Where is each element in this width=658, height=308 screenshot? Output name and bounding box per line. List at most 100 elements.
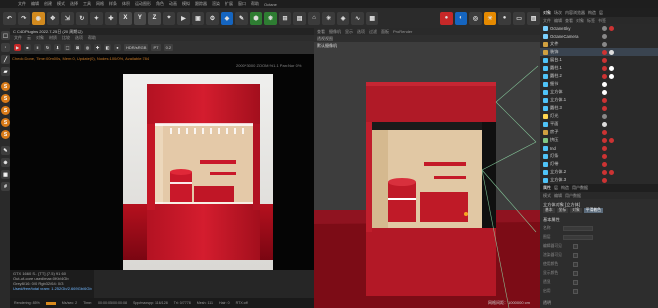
object-row[interactable]: 圆柱.3 — [540, 104, 658, 112]
snap-icon[interactable]: ⊕ — [1, 158, 10, 167]
scale-tool-icon[interactable]: ⇲ — [61, 11, 74, 25]
material-tag-icon[interactable] — [602, 97, 607, 103]
render-clay-icon[interactable]: ● — [114, 44, 121, 51]
render-region-icon[interactable]: ⬚ — [64, 44, 71, 51]
render-stop-icon[interactable]: ■ — [24, 44, 31, 51]
menu-item-13[interactable]: 跟踪器 — [195, 1, 207, 7]
viewport-menu-item-6[interactable]: ProRender — [393, 28, 412, 35]
attribute-checkbox[interactable] — [573, 262, 578, 267]
object-row[interactable]: 圆柱.1 — [540, 64, 658, 72]
object-row[interactable]: Ind — [540, 144, 658, 152]
am-tab-0[interactable]: 属性 — [543, 184, 551, 192]
render-save-icon[interactable]: ⬇ — [54, 44, 61, 51]
object-row[interactable]: 灯光 — [540, 112, 658, 120]
material-tag-icon[interactable] — [602, 137, 607, 143]
menu-item-17[interactable]: 帮助 — [251, 1, 259, 7]
workplane-icon[interactable]: ▦ — [1, 170, 10, 179]
object-row[interactable]: 立方体.2 — [540, 168, 658, 176]
material-tag-icon[interactable] — [602, 57, 607, 63]
am-subtab-2[interactable]: 对象 — [570, 208, 582, 213]
render-start-icon[interactable]: ▶ — [14, 44, 21, 51]
menu-item-5[interactable]: 工具 — [83, 1, 91, 7]
menu-item-14[interactable]: 渲染 — [212, 1, 220, 7]
object-row[interactable]: 房子 — [540, 128, 658, 136]
object-row[interactable]: 展台.1 — [540, 56, 658, 64]
move-tool-icon[interactable]: ✥ — [46, 11, 60, 25]
redo-icon[interactable]: ↷ — [17, 11, 31, 25]
attribute-checkbox[interactable] — [573, 280, 578, 285]
object-row[interactable]: 立方体.3 — [540, 176, 658, 184]
menu-item-4[interactable]: 选择 — [70, 1, 78, 7]
points-mode-icon[interactable]: · — [1, 43, 10, 52]
render-lock-icon[interactable]: ⊠ — [74, 44, 81, 51]
pt-select[interactable]: PT — [151, 44, 161, 51]
render-settings-icon[interactable]: ⚙ — [206, 11, 219, 25]
am-tab-1[interactable]: 层 — [554, 184, 558, 192]
object-row[interactable]: 灯带 — [540, 160, 658, 168]
om-tab-2[interactable]: 内容浏览器 — [565, 8, 585, 17]
attribute-input[interactable] — [563, 226, 593, 231]
material-tag-icon[interactable] — [602, 169, 607, 175]
object-row[interactable]: 圆柱.2 — [540, 72, 658, 80]
menu-item-2[interactable]: 创建 — [44, 1, 52, 7]
material-tag-icon[interactable] — [602, 49, 607, 55]
layout-icon[interactable]: ▦ — [365, 11, 379, 25]
object-row[interactable]: 灯条 — [540, 152, 658, 160]
om-menu-item-3[interactable]: 对象 — [576, 17, 584, 24]
menu-item-12[interactable]: 模拟 — [182, 1, 190, 7]
object-row[interactable]: OctaneSky — [540, 24, 658, 32]
object-row[interactable]: 细节 — [540, 80, 658, 88]
viewport-menu-item-2[interactable]: 显示 — [345, 28, 353, 35]
om-tab-0[interactable]: 对象 — [543, 8, 551, 17]
viewport-menu-item-1[interactable]: 摄像机 — [329, 28, 341, 35]
am-menu-item-2[interactable]: 用户数据 — [565, 192, 581, 199]
material-tag-icon[interactable] — [602, 89, 607, 95]
material-tag-icon[interactable] — [609, 65, 614, 71]
paint-icon[interactable]: ✎ — [1, 146, 10, 155]
menu-item-18[interactable]: Octane — [264, 2, 277, 7]
attribute-checkbox[interactable] — [573, 253, 578, 258]
coordinate-system-icon[interactable]: ⌖ — [162, 11, 176, 25]
render-pick-icon[interactable]: ◎ — [84, 44, 91, 51]
am-subtab-1[interactable]: 坐标 — [556, 208, 569, 213]
scene-floor-icon[interactable]: ▤ — [293, 11, 306, 25]
render-focus-icon[interactable]: ✚ — [94, 44, 101, 51]
material-tag-icon[interactable] — [602, 41, 607, 47]
viewport-canvas[interactable] — [314, 42, 540, 308]
am-menu-item-1[interactable]: 编辑 — [554, 192, 562, 199]
axis-y-button[interactable]: Y — [133, 11, 147, 25]
render-compare-icon[interactable]: ◧ — [104, 44, 111, 51]
script-icon-1[interactable]: S — [1, 82, 10, 91]
polygons-mode-icon[interactable]: ▰ — [1, 67, 10, 76]
menu-item-3[interactable]: 模式 — [57, 1, 65, 7]
rotate-tool-icon[interactable]: ↻ — [75, 11, 89, 25]
viewport-menu-item-5[interactable]: 面板 — [381, 28, 389, 35]
render-view-icon[interactable]: ▶ — [177, 11, 190, 25]
viewport-menu-item-4[interactable]: 过滤 — [369, 28, 377, 35]
viewport-tab-perspective[interactable]: 透视视图 — [317, 35, 333, 42]
pen-tool-icon[interactable]: ✎ — [235, 11, 248, 25]
object-row[interactable]: 挤压 — [540, 136, 658, 144]
object-row[interactable]: 平面 — [540, 120, 658, 128]
attribute-checkbox[interactable] — [573, 289, 578, 294]
menu-item-6[interactable]: 网格 — [96, 1, 104, 7]
am-tab-2[interactable]: 构造 — [561, 184, 569, 192]
undo-icon[interactable]: ↶ — [3, 11, 16, 25]
material-tag-icon[interactable] — [609, 73, 614, 79]
viewport-menu-item-0[interactable]: 查看 — [317, 28, 325, 35]
material-tag-icon[interactable] — [602, 161, 607, 167]
render-pause-icon[interactable]: ‖ — [34, 44, 41, 51]
om-menu-item-1[interactable]: 编辑 — [554, 17, 562, 24]
render-canvas[interactable] — [10, 54, 314, 270]
render-picture-viewer-icon[interactable]: ▣ — [191, 11, 205, 25]
octane-material-icon[interactable]: ● — [498, 11, 511, 25]
light-icon[interactable]: ✳ — [322, 11, 335, 25]
cloner-icon[interactable]: ❋ — [264, 11, 277, 25]
axis-x-button[interactable]: X — [119, 11, 132, 25]
om-tab-1[interactable]: 场次 — [554, 8, 562, 17]
om-menu-item-0[interactable]: 文件 — [543, 17, 551, 24]
grid-icon[interactable]: # — [1, 182, 10, 191]
material-tag-icon[interactable] — [609, 169, 614, 175]
octane-settings-icon[interactable]: ◎ — [469, 11, 482, 25]
material-tag-icon[interactable] — [602, 113, 607, 119]
